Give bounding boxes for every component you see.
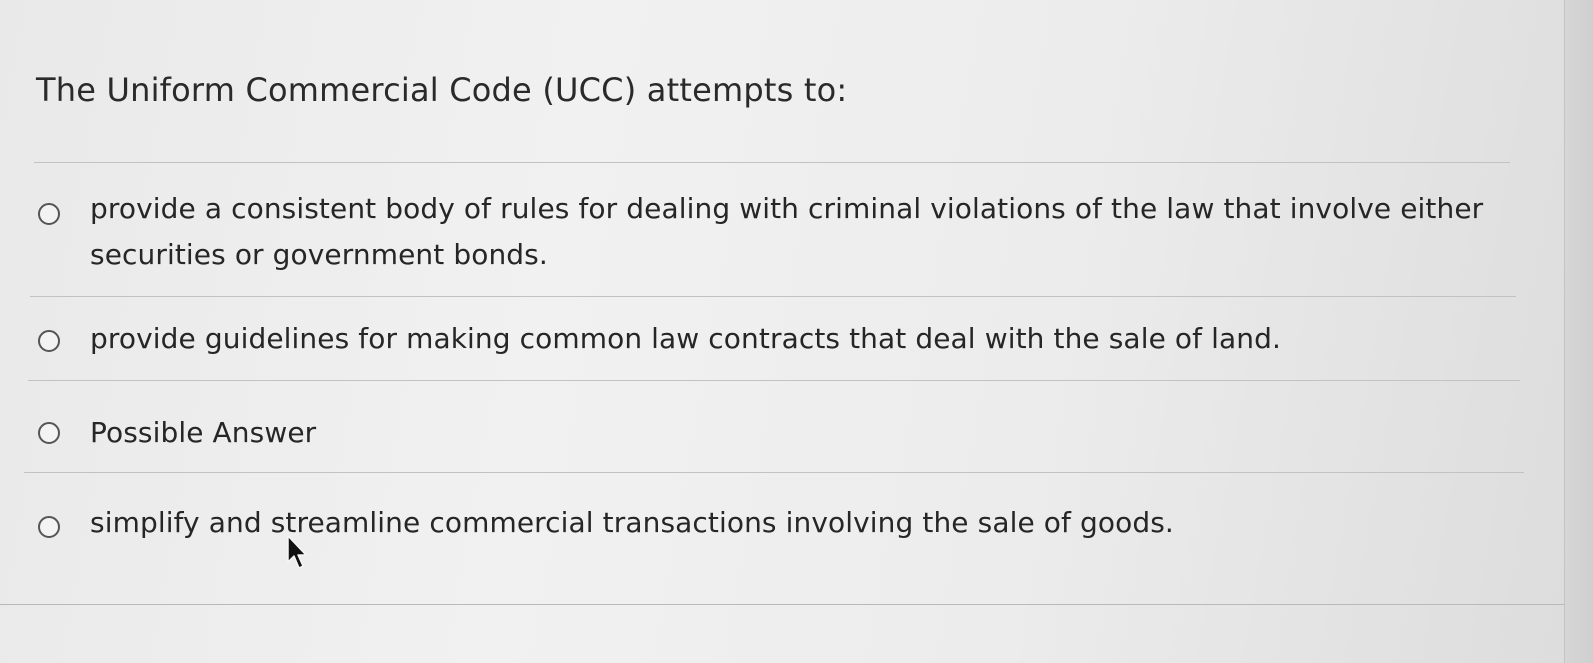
answer-option-4[interactable]: simplify and streamline commercial trans…: [38, 500, 1498, 546]
answer-option-1[interactable]: provide a consistent body of rules for d…: [38, 186, 1498, 286]
option-label: provide guidelines for making common law…: [90, 322, 1281, 355]
option-label: provide a consistent body of rules for d…: [90, 192, 1484, 271]
answer-option-2[interactable]: provide guidelines for making common law…: [38, 316, 1498, 362]
radio-button-icon[interactable]: [38, 330, 60, 352]
page-bottom-divider: [0, 604, 1593, 605]
mouse-pointer-icon: [287, 535, 307, 569]
option-label: simplify and streamline commercial trans…: [90, 506, 1174, 539]
option-label: Possible Answer: [90, 416, 317, 449]
divider: [28, 380, 1520, 381]
scrollbar-track[interactable]: [1564, 0, 1593, 663]
divider: [34, 162, 1510, 163]
radio-button-icon[interactable]: [38, 203, 60, 225]
divider: [24, 472, 1524, 473]
radio-button-icon[interactable]: [38, 422, 60, 444]
divider: [30, 296, 1516, 297]
answer-option-3[interactable]: Possible Answer: [38, 410, 1498, 456]
question-panel: The Uniform Commercial Code (UCC) attemp…: [0, 0, 1560, 663]
question-text: The Uniform Commercial Code (UCC) attemp…: [36, 71, 848, 109]
radio-button-icon[interactable]: [38, 516, 60, 538]
